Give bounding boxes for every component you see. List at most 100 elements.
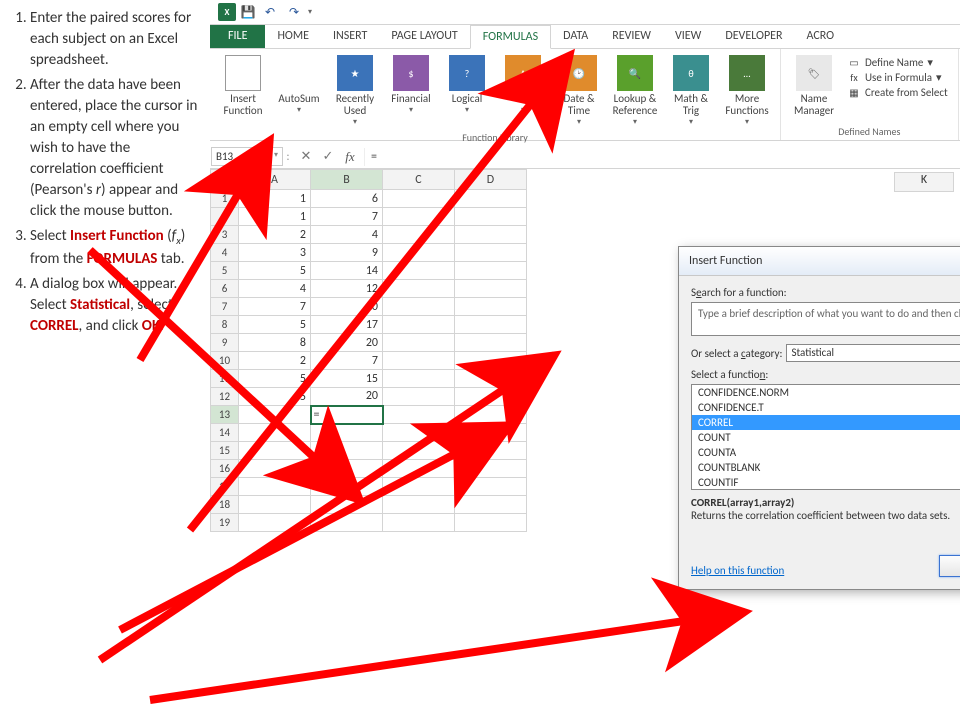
cell[interactable]: 17 <box>311 316 383 334</box>
column-header[interactable]: D <box>455 170 527 190</box>
cell[interactable] <box>383 190 455 208</box>
cell[interactable]: 7 <box>239 298 311 316</box>
cell[interactable] <box>383 424 455 442</box>
cell[interactable] <box>311 460 383 478</box>
cell[interactable]: 7 <box>311 208 383 226</box>
cell[interactable] <box>311 496 383 514</box>
cell[interactable]: 2 <box>239 226 311 244</box>
row-header[interactable]: 12 <box>211 388 239 406</box>
search-input[interactable]: Type a brief description of what you wan… <box>691 302 960 336</box>
more-functions-button[interactable]: … More Functions▾ <box>720 53 774 129</box>
row-header[interactable]: 14 <box>211 424 239 442</box>
cell[interactable] <box>455 388 527 406</box>
cell[interactable] <box>455 208 527 226</box>
cell[interactable]: 2 <box>239 352 311 370</box>
list-item[interactable]: CORREL <box>692 415 960 430</box>
cell[interactable]: 1 <box>239 208 311 226</box>
cell[interactable]: 8 <box>239 334 311 352</box>
row-header[interactable]: 2 <box>211 208 239 226</box>
cell[interactable]: 14 <box>311 262 383 280</box>
redo-icon[interactable]: ↷ <box>284 4 304 20</box>
cell[interactable]: 20 <box>311 298 383 316</box>
row-header[interactable]: 11 <box>211 370 239 388</box>
create-from-selection-button[interactable]: ▦Create from Select <box>847 85 948 99</box>
cell[interactable] <box>239 424 311 442</box>
cell[interactable] <box>455 478 527 496</box>
row-header[interactable]: 13 <box>211 406 239 424</box>
category-select[interactable]: Statistical ▾ <box>786 344 960 362</box>
row-header[interactable]: 16 <box>211 460 239 478</box>
cell[interactable] <box>383 298 455 316</box>
lookup-button[interactable]: 🔍 Lookup & Reference▾ <box>608 53 662 129</box>
cell[interactable]: 5 <box>239 370 311 388</box>
dialog-titlebar[interactable]: Insert Function ? ✕ <box>679 247 960 276</box>
cell[interactable] <box>455 370 527 388</box>
cell[interactable] <box>383 460 455 478</box>
row-header[interactable]: 5 <box>211 262 239 280</box>
help-link[interactable]: Help on this function <box>691 564 784 577</box>
insert-function-button[interactable]: fx Insert Function <box>216 53 270 129</box>
enter-formula-icon[interactable]: ✓ <box>318 148 338 166</box>
row-header[interactable]: 17 <box>211 478 239 496</box>
cell[interactable] <box>383 442 455 460</box>
tab-view[interactable]: VIEW <box>663 25 713 48</box>
cell[interactable] <box>455 406 527 424</box>
cell[interactable] <box>383 226 455 244</box>
list-item[interactable]: CONFIDENCE.NORM <box>692 385 960 400</box>
cell[interactable]: = <box>311 406 383 424</box>
cell[interactable] <box>239 478 311 496</box>
cell[interactable]: 15 <box>311 370 383 388</box>
cell[interactable]: 20 <box>311 388 383 406</box>
cell[interactable] <box>455 298 527 316</box>
tab-acrobat[interactable]: Acro <box>795 25 847 48</box>
use-in-formula-button[interactable]: fxUse in Formula ▾ <box>847 70 948 84</box>
cell[interactable] <box>383 208 455 226</box>
cell[interactable] <box>383 478 455 496</box>
cell[interactable] <box>383 496 455 514</box>
ok-button[interactable]: OK <box>939 555 960 577</box>
row-header[interactable]: 7 <box>211 298 239 316</box>
formula-input[interactable]: = <box>364 148 960 166</box>
math-button[interactable]: θ Math & Trig▾ <box>664 53 718 129</box>
date-time-button[interactable]: 🕑 Date & Time▾ <box>552 53 606 129</box>
cell[interactable] <box>455 316 527 334</box>
save-icon[interactable]: 💾 <box>240 4 256 20</box>
cell[interactable] <box>455 262 527 280</box>
autosum-button[interactable]: Σ AutoSum▾ <box>272 53 326 129</box>
tab-page-layout[interactable]: PAGE LAYOUT <box>379 25 469 48</box>
cell[interactable] <box>455 190 527 208</box>
tab-home[interactable]: HOME <box>265 25 321 48</box>
qat-dropdown-icon[interactable]: ▾ <box>308 7 312 17</box>
row-header[interactable]: 9 <box>211 334 239 352</box>
cell[interactable] <box>383 388 455 406</box>
cell[interactable] <box>383 370 455 388</box>
cell[interactable] <box>239 442 311 460</box>
row-header[interactable]: 8 <box>211 316 239 334</box>
cell[interactable] <box>383 262 455 280</box>
column-header[interactable]: B <box>311 170 383 190</box>
list-item[interactable]: COUNTBLANK <box>692 460 960 475</box>
cell[interactable] <box>383 334 455 352</box>
cell[interactable] <box>383 352 455 370</box>
name-manager-button[interactable]: 🏷 Name Manager <box>787 53 841 123</box>
row-header[interactable]: 18 <box>211 496 239 514</box>
cell[interactable]: 3 <box>239 244 311 262</box>
cell[interactable] <box>455 442 527 460</box>
cell[interactable] <box>239 460 311 478</box>
cell[interactable]: 5 <box>239 262 311 280</box>
cell[interactable]: 6 <box>311 190 383 208</box>
tab-data[interactable]: DATA <box>551 25 600 48</box>
cell[interactable] <box>455 334 527 352</box>
cell[interactable] <box>239 514 311 532</box>
text-button[interactable]: A Text▾ <box>496 53 550 129</box>
cell[interactable] <box>383 514 455 532</box>
tab-insert[interactable]: INSERT <box>321 25 379 48</box>
cell[interactable] <box>455 460 527 478</box>
cell[interactable]: 5 <box>239 316 311 334</box>
row-header[interactable]: 15 <box>211 442 239 460</box>
row-header[interactable]: 4 <box>211 244 239 262</box>
cell[interactable] <box>455 280 527 298</box>
financial-button[interactable]: $ Financial▾ <box>384 53 438 129</box>
cell[interactable] <box>383 244 455 262</box>
cell[interactable]: 4 <box>239 280 311 298</box>
